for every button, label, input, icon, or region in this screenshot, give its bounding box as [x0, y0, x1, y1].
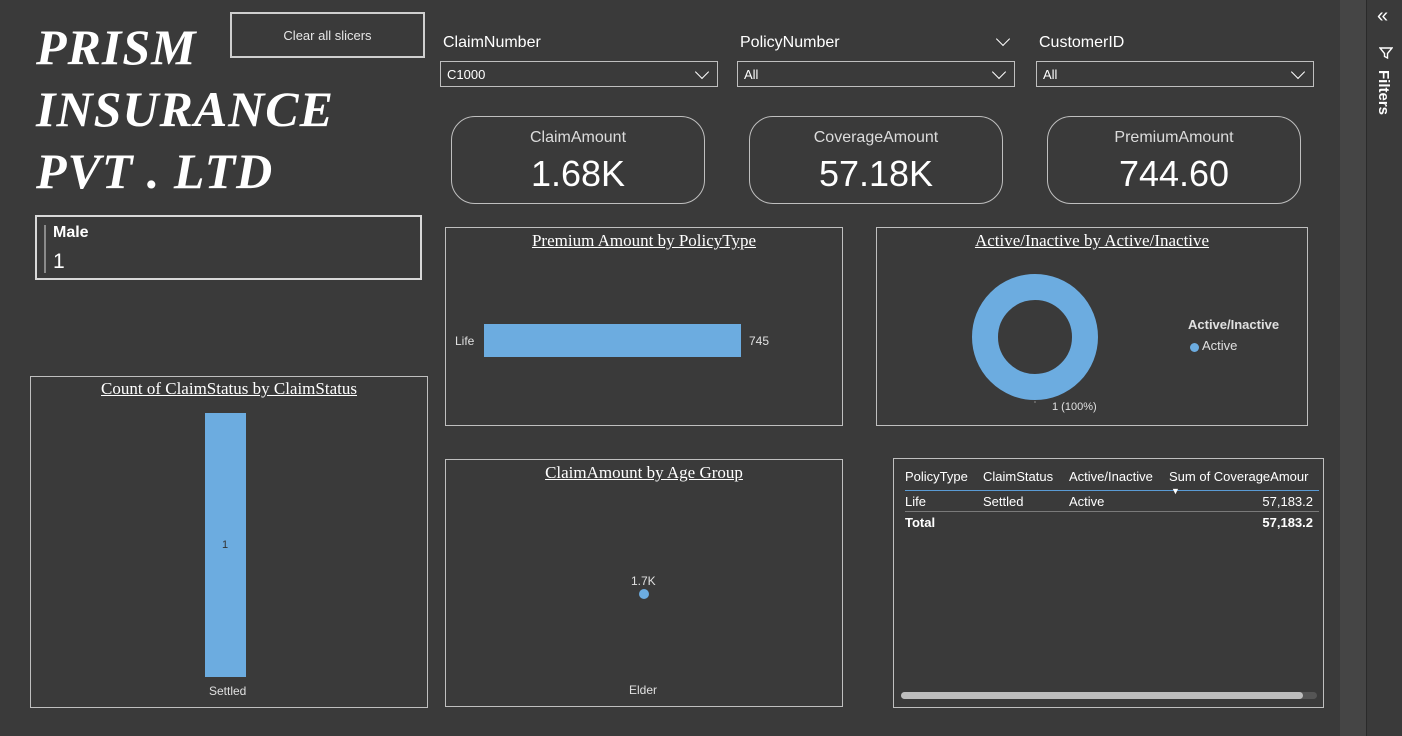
donut-svg: [972, 274, 1098, 403]
expand-double-chevron-icon[interactable]: «: [1377, 6, 1388, 26]
chart-title: ClaimAmount by Age Group: [545, 463, 743, 482]
kpi-label: ClaimAmount: [529, 129, 627, 146]
premiumamount-kpi-card: PremiumAmount 744.60: [1047, 116, 1301, 204]
chevron-down-icon: [995, 31, 1011, 47]
slice-leader-line: [1034, 401, 1036, 403]
filters-label[interactable]: Filters: [1375, 70, 1392, 115]
elder-data-point[interactable]: [639, 589, 649, 599]
active-inactive-donut-chart[interactable]: Active/Inactive by Active/Inactive 1 (10…: [876, 227, 1308, 426]
chart-title: Active/Inactive by Active/Inactive: [974, 231, 1210, 250]
customerid-slicer-title: CustomerID: [1039, 34, 1125, 51]
kpi-value: 744.60: [1118, 153, 1230, 194]
table-row[interactable]: Life Settled Active 57,183.2: [905, 491, 1319, 512]
slice-data-label: 1 (100%): [1052, 401, 1097, 413]
legend-marker-icon: [1190, 343, 1199, 352]
policynumber-slicer-title: PolicyNumber: [740, 34, 840, 51]
claimnumber-dropdown[interactable]: C1000: [440, 61, 718, 87]
table-cell: Active: [1069, 493, 1105, 509]
x-category-label: Settled: [209, 684, 247, 698]
table-cell: Life: [905, 493, 926, 509]
legend-item-active[interactable]: Active: [1202, 338, 1237, 353]
company-title-line3: PVT . LTD: [36, 143, 274, 199]
total-value: 57,183.2: [1262, 514, 1313, 530]
gender-card-label: Male: [53, 224, 89, 241]
column-header[interactable]: Active/Inactive: [1069, 462, 1169, 491]
kpi-label: CoverageAmount: [813, 129, 939, 146]
gender-card-value: 1: [53, 250, 65, 273]
kpi-label: PremiumAmount: [1114, 129, 1234, 146]
bar-data-label: 1: [222, 539, 229, 551]
table-cell: Settled: [983, 493, 1024, 509]
point-data-label: 1.7K: [631, 574, 656, 588]
chart-title: Premium Amount by PolicyType: [531, 231, 757, 250]
claimamount-by-agegroup-chart[interactable]: ClaimAmount by Age Group 1.7K Elder: [445, 459, 843, 707]
coverage-matrix-table[interactable]: PolicyType ClaimStatus Active/Inactive S…: [893, 458, 1324, 708]
column-header[interactable]: ClaimStatus: [983, 462, 1069, 491]
legend-title: Active/Inactive: [1188, 317, 1280, 332]
kpi-value: 57.18K: [818, 153, 934, 194]
chevron-down-icon: [991, 64, 1007, 79]
column-header-label: Sum of CoverageAmour: [1169, 468, 1309, 484]
claimamount-kpi-card: ClaimAmount 1.68K: [451, 116, 705, 204]
policynumber-selected-value: All: [744, 66, 759, 82]
column-header[interactable]: PolicyType: [905, 462, 983, 491]
slicer-collapse-chevron-icon[interactable]: [995, 31, 1011, 47]
table-cell: 57,183.2: [1262, 493, 1313, 509]
matrix: PolicyType ClaimStatus Active/Inactive S…: [905, 462, 1319, 532]
customerid-dropdown[interactable]: All: [1036, 61, 1314, 87]
claimnumber-selected-value: C1000: [447, 66, 486, 82]
total-label: Total: [905, 514, 936, 530]
table-cell: [1069, 512, 1169, 533]
column-header[interactable]: Sum of CoverageAmour ▼: [1169, 462, 1319, 497]
filter-funnel-icon: [1379, 47, 1393, 60]
total-row: Total 57,183.2: [905, 512, 1319, 533]
claimnumber-slicer-title: ClaimNumber: [443, 34, 541, 51]
bar-data-label: 745: [749, 334, 770, 348]
customerid-selected-value: All: [1043, 66, 1058, 82]
gender-card: Male 1: [35, 215, 422, 280]
chart-title: Count of ClaimStatus by ClaimStatus: [101, 379, 357, 398]
life-premium-bar[interactable]: [484, 324, 741, 357]
report-canvas: PRISM INSURANCE PVT . LTD Clear all slic…: [0, 0, 1340, 736]
company-title-line2: INSURANCE: [36, 81, 334, 137]
table-cell: [983, 512, 1069, 533]
premium-by-policytype-chart[interactable]: Premium Amount by PolicyType Life 745: [445, 227, 843, 426]
horizontal-scrollbar-track[interactable]: [901, 692, 1317, 699]
filters-pane-collapsed[interactable]: « Filters: [1366, 0, 1402, 736]
sort-descending-icon: ▼: [1171, 486, 1180, 496]
card-accent-bar: [44, 225, 46, 273]
active-slice[interactable]: [972, 274, 1098, 400]
policynumber-dropdown[interactable]: All: [737, 61, 1015, 87]
claimstatus-count-chart[interactable]: Count of ClaimStatus by ClaimStatus 1 Se…: [30, 376, 428, 708]
chevron-down-icon: [694, 64, 710, 79]
kpi-value: 1.68K: [530, 153, 626, 194]
x-category-label: Elder: [629, 683, 658, 697]
chevron-down-icon: [1290, 64, 1306, 79]
canvas-gutter: [1340, 0, 1366, 736]
horizontal-scrollbar-thumb[interactable]: [901, 692, 1303, 699]
coverageamount-kpi-card: CoverageAmount 57.18K: [749, 116, 1003, 204]
bar-category-label: Life: [455, 334, 475, 348]
clear-all-slicers-button[interactable]: Clear all slicers: [230, 12, 425, 58]
